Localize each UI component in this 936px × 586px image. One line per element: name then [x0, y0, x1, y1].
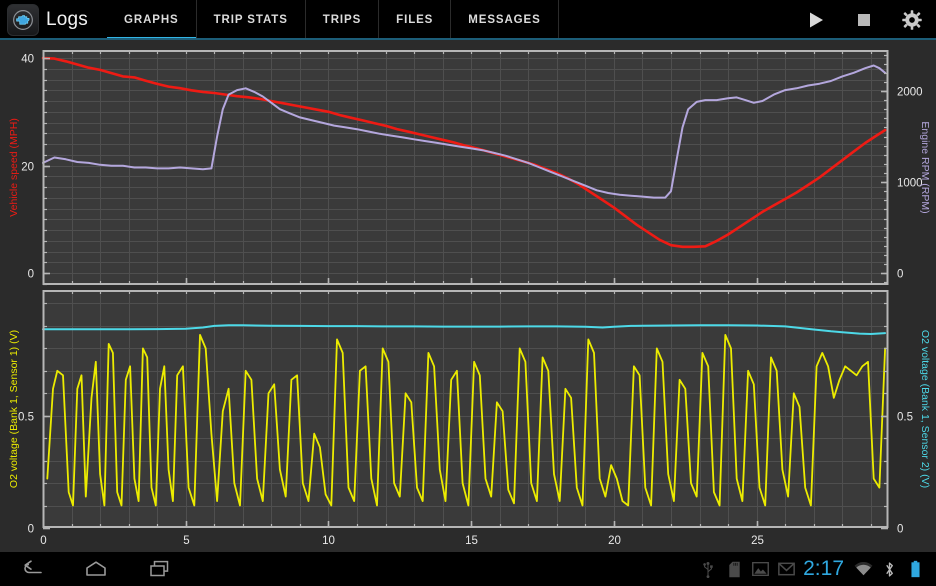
axis-title: O2 voltage (Bank 1, Sensor 1) (V) [8, 330, 20, 488]
x-axis-tick-label: 5 [183, 535, 189, 547]
screen: Logs GRAPHS TRIP STATS TRIPS FILES MESSA… [0, 0, 936, 586]
axis-tick-label: 2000 [897, 87, 923, 99]
page-title: Logs [46, 9, 88, 31]
tab-trip-stats[interactable]: TRIP STATS [197, 0, 306, 40]
tab-messages[interactable]: MESSAGES [451, 0, 558, 40]
settings-button[interactable] [888, 0, 936, 40]
x-axis-tick-label: 15 [465, 535, 478, 547]
tab-label: FILES [396, 14, 433, 26]
system-navigation-bar: 2:17 [0, 552, 936, 586]
battery-icon [902, 552, 928, 586]
image-icon [747, 552, 773, 586]
tab-label: TRIP STATS [214, 14, 288, 26]
bluetooth-icon [876, 552, 902, 586]
axis-tick-label: 20 [21, 162, 34, 174]
sensor-charts[interactable]: 02040Vehicle speed (MPH)010002000Engine … [0, 40, 936, 552]
tab-label: TRIPS [323, 14, 361, 26]
engine-icon[interactable] [7, 4, 39, 36]
play-button[interactable] [792, 0, 840, 40]
graphs-panel: 02040Vehicle speed (MPH)010002000Engine … [0, 40, 936, 552]
usb-icon [695, 552, 721, 586]
tab-label: MESSAGES [468, 14, 540, 26]
tab-graphs[interactable]: GRAPHS [106, 0, 197, 40]
stop-button[interactable] [840, 0, 888, 40]
sdcard-icon [721, 552, 747, 586]
x-axis-tick-label: 10 [322, 535, 335, 547]
axis-title: O2 voltage (Bank 1, Sensor 2) (V) [919, 330, 931, 488]
axis-tick-label: 40 [21, 54, 34, 66]
x-axis-tick-label: 25 [751, 535, 764, 547]
axis-tick-label: 0 [28, 269, 34, 281]
gmail-icon [773, 552, 799, 586]
axis-tick-label: 0.5 [18, 412, 34, 424]
tab-trips[interactable]: TRIPS [306, 0, 379, 40]
axis-tick-label: 1000 [897, 178, 923, 190]
axis-title: Vehicle speed (MPH) [8, 118, 20, 217]
tab-bar: GRAPHS TRIP STATS TRIPS FILES MESSAGES [106, 0, 559, 40]
axis-tick-label: 0 [897, 269, 903, 281]
status-clock: 2:17 [799, 557, 850, 581]
tab-label: GRAPHS [124, 14, 179, 26]
plot-panel-top[interactable]: 0 20 40 Vehicle speed (MPH) 0 1000 2000 Engine … [8, 50, 931, 285]
axis-title: Engine RPM (RPM) [919, 121, 931, 213]
plot-panel-bottom[interactable]: 00.5O2 voltage (Bank 1, Sensor 1) (V)00.… [8, 290, 931, 547]
home-icon[interactable] [64, 552, 128, 586]
x-axis-tick-label: 20 [608, 535, 621, 547]
axis-tick-label: 0.5 [897, 412, 913, 424]
wifi-icon [850, 552, 876, 586]
tab-files[interactable]: FILES [379, 0, 451, 40]
action-bar: Logs GRAPHS TRIP STATS TRIPS FILES MESSA… [0, 0, 936, 40]
recents-icon[interactable] [128, 552, 192, 586]
status-icons: 2:17 [695, 552, 936, 586]
axis-tick-label: 0 [28, 524, 34, 536]
axis-tick-label: 0 [897, 524, 903, 536]
x-axis-tick-label: 0 [40, 535, 46, 547]
back-arrow-icon[interactable] [0, 552, 64, 586]
